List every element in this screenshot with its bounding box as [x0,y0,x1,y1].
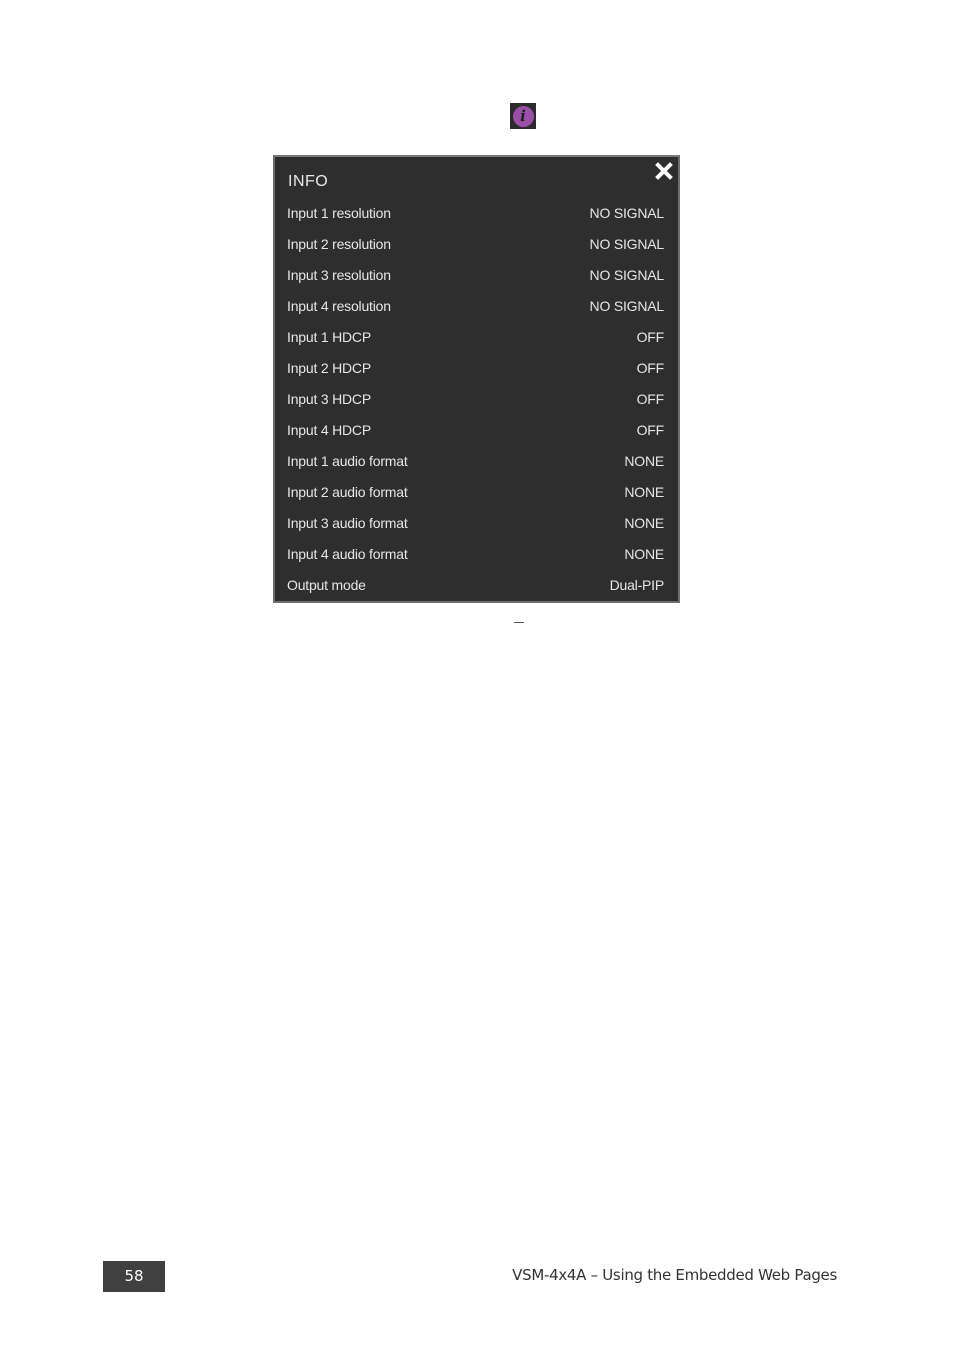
row-label: Input 1 HDCP [287,328,371,345]
row-label: Input 4 HDCP [287,421,371,438]
info-row: Input 1 resolution NO SIGNAL [275,197,678,228]
row-value: OFF [636,421,665,438]
caption-dash [514,622,524,623]
row-label: Input 3 HDCP [287,390,371,407]
footer-title: VSM-4x4A – Using the Embedded Web Pages [512,1266,837,1284]
info-row: Input 3 HDCP OFF [275,383,678,414]
row-value: OFF [636,359,665,376]
row-label: Input 2 audio format [287,483,408,500]
row-value: NO SIGNAL [589,235,665,252]
info-row: Input 2 resolution NO SIGNAL [275,228,678,259]
info-row: Input 3 audio format NONE [275,507,678,538]
row-value: NO SIGNAL [589,297,665,314]
row-label: Input 1 audio format [287,452,408,469]
info-button[interactable]: i [510,103,536,129]
info-row: Input 2 audio format NONE [275,476,678,507]
info-rows: Input 1 resolution NO SIGNAL Input 2 res… [275,197,678,600]
panel-title: INFO [288,173,329,190]
row-value: OFF [636,328,665,345]
row-label: Input 3 audio format [287,514,408,531]
row-label: Input 4 resolution [287,297,391,314]
row-label: Input 3 resolution [287,266,391,283]
row-value: NO SIGNAL [589,266,665,283]
info-row: Input 1 audio format NONE [275,445,678,476]
page-number: 58 [103,1261,165,1292]
row-value: Dual-PIP [609,576,665,593]
row-label: Output mode [287,576,366,593]
row-label: Input 2 HDCP [287,359,371,376]
row-label: Input 1 resolution [287,204,391,221]
info-row: Input 4 resolution NO SIGNAL [275,290,678,321]
info-row: Input 4 audio format NONE [275,538,678,569]
row-value: NONE [624,545,664,562]
info-icon: i [512,105,534,127]
row-value: NONE [624,483,664,500]
row-value: NONE [624,452,664,469]
row-value: NONE [624,514,664,531]
info-row: Input 3 resolution NO SIGNAL [275,259,678,290]
row-value: NO SIGNAL [589,204,665,221]
info-row: Input 1 HDCP OFF [275,321,678,352]
info-row: Input 2 HDCP OFF [275,352,678,383]
info-row: Output mode Dual-PIP [275,569,678,600]
close-icon[interactable] [655,162,673,180]
info-panel: INFO Input 1 resolution NO SIGNAL Input … [273,155,680,603]
row-value: OFF [636,390,665,407]
info-row: Input 4 HDCP OFF [275,414,678,445]
row-label: Input 4 audio format [287,545,408,562]
row-label: Input 2 resolution [287,235,391,252]
